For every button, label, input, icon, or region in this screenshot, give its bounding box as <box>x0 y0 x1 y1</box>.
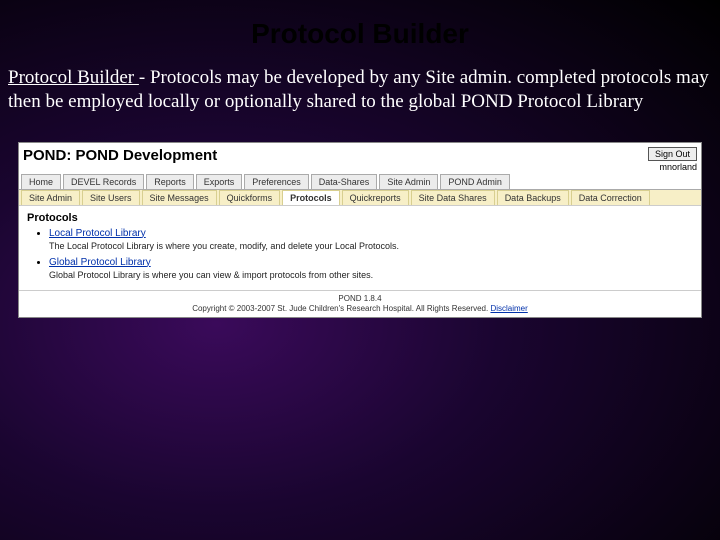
tab-reports[interactable]: Reports <box>146 174 194 189</box>
tab-data-shares[interactable]: Data-Shares <box>311 174 378 189</box>
local-protocol-library-link[interactable]: Local Protocol Library <box>49 228 146 239</box>
slide-description: Protocol Builder - Protocols may be deve… <box>0 56 720 114</box>
library-list: Local Protocol Library The Local Protoco… <box>27 228 693 280</box>
tab-pond-admin[interactable]: POND Admin <box>440 174 510 189</box>
footer-version: POND 1.8.4 <box>19 294 701 303</box>
local-protocol-library-desc: The Local Protocol Library is where you … <box>49 241 693 251</box>
subtab-site-messages[interactable]: Site Messages <box>142 190 217 205</box>
list-item: Global Protocol Library Global Protocol … <box>49 257 693 280</box>
tab-exports[interactable]: Exports <box>196 174 243 189</box>
subtab-data-backups[interactable]: Data Backups <box>497 190 569 205</box>
app-user-block: Sign Out mnorland <box>648 147 697 172</box>
subtab-site-admin[interactable]: Site Admin <box>21 190 80 205</box>
subtab-protocols[interactable]: Protocols <box>282 190 340 205</box>
primary-tabs: Home DEVEL Records Reports Exports Prefe… <box>19 174 701 190</box>
tab-preferences[interactable]: Preferences <box>244 174 309 189</box>
section-heading-protocols: Protocols <box>27 212 693 224</box>
tab-home[interactable]: Home <box>21 174 61 189</box>
subtab-quickforms[interactable]: Quickforms <box>219 190 281 205</box>
subtab-site-data-shares[interactable]: Site Data Shares <box>411 190 495 205</box>
app-header: POND: POND Development Sign Out mnorland <box>19 143 701 174</box>
subtab-quickreports[interactable]: Quickreports <box>342 190 409 205</box>
embedded-screenshot: POND: POND Development Sign Out mnorland… <box>18 142 702 318</box>
list-item: Local Protocol Library The Local Protoco… <box>49 228 693 251</box>
subtab-site-users[interactable]: Site Users <box>82 190 140 205</box>
sign-out-button[interactable]: Sign Out <box>648 147 697 161</box>
global-protocol-library-desc: Global Protocol Library is where you can… <box>49 270 693 280</box>
secondary-tabs: Site Admin Site Users Site Messages Quic… <box>19 190 701 206</box>
slide-lead-underline: Protocol Builder <box>8 67 139 88</box>
global-protocol-library-link[interactable]: Global Protocol Library <box>49 257 151 268</box>
content-area: Protocols Local Protocol Library The Loc… <box>19 206 701 290</box>
footer-copyright: Copyright © 2003-2007 St. Jude Children'… <box>192 304 490 313</box>
username-label: mnorland <box>659 162 697 172</box>
slide-title: Protocol Builder <box>0 0 720 56</box>
tab-site-admin[interactable]: Site Admin <box>379 174 438 189</box>
app-title: POND: POND Development <box>23 147 217 164</box>
footer-disclaimer-link[interactable]: Disclaimer <box>490 304 527 313</box>
tab-devel-records[interactable]: DEVEL Records <box>63 174 144 189</box>
app-footer: POND 1.8.4 Copyright © 2003-2007 St. Jud… <box>19 290 701 317</box>
subtab-data-correction[interactable]: Data Correction <box>571 190 650 205</box>
